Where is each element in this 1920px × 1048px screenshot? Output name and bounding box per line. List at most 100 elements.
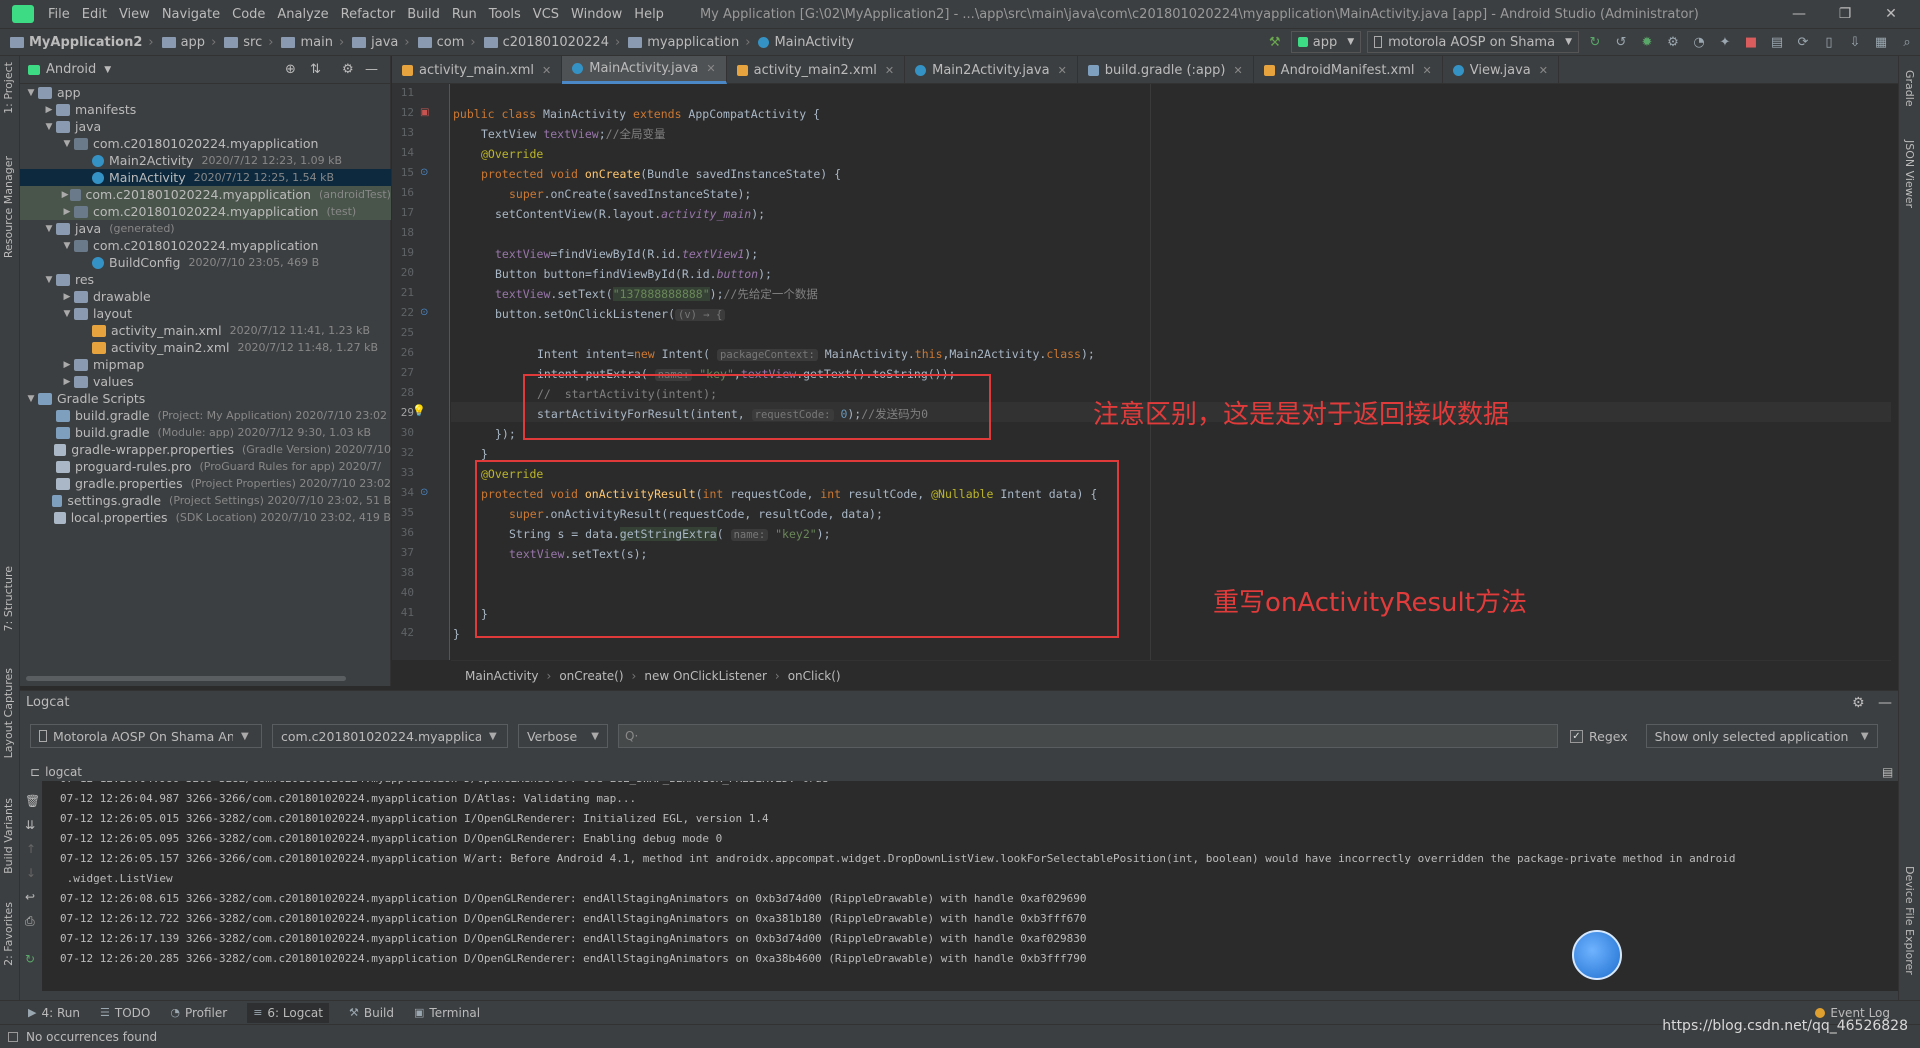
logcat-subtab[interactable]: ⊏ logcat xyxy=(30,765,82,779)
collapsed-arrow-icon[interactable]: ▶ xyxy=(60,360,74,370)
tree-item[interactable]: ▼ app xyxy=(20,84,391,101)
breadcrumb-item[interactable]: c201801020224 › xyxy=(480,35,625,50)
layout-inspector-icon[interactable]: ▦ xyxy=(1870,31,1892,53)
print-icon[interactable]: ⎙ xyxy=(25,914,35,929)
tree-item[interactable]: build.gradle (Module: app) 2020/7/12 9:30… xyxy=(20,424,391,441)
menu-item-view[interactable]: View xyxy=(113,7,156,22)
logcat-search-input[interactable]: Q· xyxy=(618,724,1558,748)
collapse-all-icon[interactable]: ⇅ xyxy=(310,62,321,77)
sdk-manager-icon[interactable]: ⇩ xyxy=(1844,31,1866,53)
expanded-arrow-icon[interactable]: ▼ xyxy=(24,88,38,98)
menu-item-tools[interactable]: Tools xyxy=(483,7,527,22)
code-breadcrumb-item[interactable]: new OnClickListener xyxy=(644,669,767,683)
tree-item[interactable]: gradle.properties (Project Properties) 20… xyxy=(20,475,391,492)
tree-item[interactable]: ▼ java (generated) xyxy=(20,220,391,237)
tool-tab-structure[interactable]: 7: Structure xyxy=(2,566,15,631)
up-arrow-icon[interactable]: ↑ xyxy=(26,842,36,856)
editor-tab[interactable]: AndroidManifest.xml ✕ xyxy=(1254,56,1443,84)
tool-tab-project[interactable]: 1: Project xyxy=(2,62,15,114)
attach-debugger-icon[interactable]: ⚙ xyxy=(1662,31,1684,53)
project-view-select[interactable]: Android xyxy=(46,62,96,77)
tree-item[interactable]: ▼ com.c201801020224.myapplication xyxy=(20,135,391,152)
override-marker-icon[interactable]: ⊙ xyxy=(420,167,428,178)
project-structure-icon[interactable]: ▤ xyxy=(1766,31,1788,53)
close-tab-icon[interactable]: ✕ xyxy=(885,64,894,77)
menu-item-vcs[interactable]: VCS xyxy=(527,7,565,22)
expanded-arrow-icon[interactable]: ▼ xyxy=(42,275,56,285)
tree-item[interactable]: BuildConfig 2020/7/10 23:05, 469 B xyxy=(20,254,391,271)
gear-icon[interactable]: ⚙ xyxy=(1852,695,1865,711)
gear-icon[interactable]: ⚙ xyxy=(342,62,354,77)
tool-tab-resource-manager[interactable]: Resource Manager xyxy=(2,156,15,258)
rerun-icon[interactable]: ↻ xyxy=(1584,31,1606,53)
sync-gradle-icon[interactable]: ⟳ xyxy=(1792,31,1814,53)
close-tab-icon[interactable]: ✕ xyxy=(1233,64,1242,77)
tool-tab-json-viewer[interactable]: JSON Viewer xyxy=(1903,140,1916,208)
locate-icon[interactable]: ⊕ xyxy=(285,62,296,77)
bottom-tab[interactable]: ⚒ Build xyxy=(349,1006,394,1020)
breadcrumb-item[interactable]: MainActivity xyxy=(754,35,858,50)
bottom-tab[interactable]: ≡ 6: Logcat xyxy=(247,1002,329,1023)
expanded-arrow-icon[interactable]: ▼ xyxy=(60,241,74,251)
tree-item[interactable]: proguard-rules.pro (ProGuard Rules for ap… xyxy=(20,458,391,475)
hide-panel-icon[interactable]: — xyxy=(365,62,378,77)
menu-item-refactor[interactable]: Refactor xyxy=(335,7,402,22)
collapsed-arrow-icon[interactable]: ▶ xyxy=(60,207,74,217)
collapsed-arrow-icon[interactable]: ▶ xyxy=(60,190,70,200)
tool-tab-device-file-explorer[interactable]: Device File Explorer xyxy=(1903,866,1916,975)
menu-item-build[interactable]: Build xyxy=(401,7,446,22)
breadcrumb-item[interactable]: MyApplication2 › xyxy=(6,35,158,50)
close-window-button[interactable]: ✕ xyxy=(1868,0,1914,28)
hammer-build-icon[interactable]: ⚒ xyxy=(1264,31,1286,53)
tree-item[interactable]: ▶ manifests xyxy=(20,101,391,118)
device-dropdown[interactable]: Motorola AOSP On Shama Andr ▼ xyxy=(30,724,262,748)
coverage-icon[interactable]: ✦ xyxy=(1714,31,1736,53)
breadcrumb-item[interactable]: myapplication › xyxy=(624,35,754,50)
editor-tab[interactable]: build.gradle (:app) ✕ xyxy=(1078,56,1254,84)
collapsed-arrow-icon[interactable]: ▶ xyxy=(42,105,56,115)
tree-item[interactable]: activity_main.xml 2020/7/12 11:41, 1.23 k… xyxy=(20,322,391,339)
maximize-button[interactable]: ❐ xyxy=(1822,0,1868,28)
menu-item-edit[interactable]: Edit xyxy=(76,7,113,22)
tree-item[interactable]: ▶ drawable xyxy=(20,288,391,305)
menu-item-file[interactable]: File xyxy=(42,7,76,22)
menu-item-code[interactable]: Code xyxy=(226,7,271,22)
tree-item[interactable]: ▼ Gradle Scripts xyxy=(20,390,391,407)
restart-icon[interactable]: ↻ xyxy=(25,952,35,966)
run-config-select[interactable]: app ▼ xyxy=(1290,31,1362,53)
tree-item[interactable]: activity_main2.xml 2020/7/12 11:48, 1.27 … xyxy=(20,339,391,356)
hide-panel-icon[interactable]: — xyxy=(1878,695,1892,711)
bottom-tab[interactable]: ◔ Profiler xyxy=(170,1006,227,1020)
bottom-tab[interactable]: ▶ 4: Run xyxy=(28,1006,80,1020)
expanded-arrow-icon[interactable]: ▼ xyxy=(42,122,56,132)
tree-item[interactable]: MainActivity 2020/7/12 12:25, 1.54 kB xyxy=(20,169,391,186)
tree-item[interactable]: local.properties (SDK Location) 2020/7/10… xyxy=(20,509,391,526)
expanded-arrow-icon[interactable]: ▼ xyxy=(60,309,74,319)
chevron-down-icon[interactable]: ▼ xyxy=(104,65,111,75)
lightbulb-icon[interactable]: 💡 xyxy=(412,404,426,417)
tree-item[interactable]: ▼ java xyxy=(20,118,391,135)
breadcrumb-item[interactable]: src › xyxy=(220,35,277,50)
minimize-button[interactable]: — xyxy=(1776,0,1822,28)
avd-manager-icon[interactable]: ▯ xyxy=(1818,31,1840,53)
tree-item[interactable]: ▼ layout xyxy=(20,305,391,322)
editor-tab[interactable]: activity_main.xml ✕ xyxy=(392,56,563,84)
tree-item[interactable]: Main2Activity 2020/7/12 12:23, 1.09 kB xyxy=(20,152,391,169)
menu-item-run[interactable]: Run xyxy=(446,7,483,22)
tree-item[interactable]: ▶ values xyxy=(20,373,391,390)
code-breadcrumb-item[interactable]: MainActivity xyxy=(465,669,539,683)
override-marker-icon[interactable]: ⊙ xyxy=(420,487,428,498)
close-tab-icon[interactable]: ✕ xyxy=(1423,64,1432,77)
tool-tab-layout-captures[interactable]: Layout Captures xyxy=(2,668,15,758)
trash-icon[interactable]: 🗑 xyxy=(25,794,40,808)
menu-item-window[interactable]: Window xyxy=(565,7,628,22)
tree-item[interactable]: settings.gradle (Project Settings) 2020/7… xyxy=(20,492,391,509)
breadcrumb-item[interactable]: com › xyxy=(414,35,480,50)
editor-tab[interactable]: MainActivity.java ✕ xyxy=(562,56,727,84)
breadcrumb-item[interactable]: java › xyxy=(348,35,413,50)
tree-item[interactable]: ▼ res xyxy=(20,271,391,288)
close-tab-icon[interactable]: ✕ xyxy=(542,64,551,77)
close-tab-icon[interactable]: ✕ xyxy=(706,62,715,75)
editor-tab[interactable]: activity_main2.xml ✕ xyxy=(727,56,906,84)
bottom-tab[interactable]: ☰ TODO xyxy=(100,1006,150,1020)
